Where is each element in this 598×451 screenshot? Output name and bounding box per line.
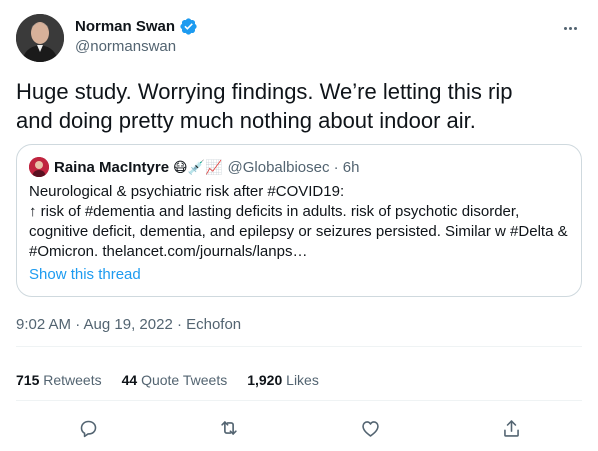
quoted-tweet-text: Neurological & psychiatric risk after #C…	[29, 182, 569, 262]
share-icon[interactable]	[497, 414, 525, 442]
quoted-author-avatar	[29, 157, 49, 177]
tweet-stats: 715 Retweets 44 Quote Tweets 1,920 Likes	[16, 371, 339, 389]
retweet-icon[interactable]	[215, 414, 243, 442]
author-handle[interactable]: @normanswan	[75, 38, 198, 58]
author-names: Norman Swan @normanswan	[75, 16, 198, 58]
divider	[16, 400, 582, 401]
retweets-stat[interactable]: 715 Retweets	[16, 372, 102, 388]
quoted-author-emojis: 😷💉📈	[173, 158, 223, 175]
retweets-count: 715	[16, 372, 40, 388]
author-display-name[interactable]: Norman Swan	[75, 18, 175, 35]
tweet-text-line: Huge study. Worrying findings. We’re let…	[16, 79, 513, 104]
quotes-label: Quote Tweets	[141, 372, 228, 388]
tweet-text-line: and doing pretty much nothing about indo…	[16, 108, 476, 133]
show-thread-link[interactable]: Show this thread	[29, 266, 141, 283]
quote-tweets-stat[interactable]: 44 Quote Tweets	[122, 372, 228, 388]
like-icon[interactable]	[356, 414, 384, 442]
divider	[16, 346, 582, 347]
quoted-tweet[interactable]: Raina MacIntyre 😷💉📈 @Globalbiosec · 6h N…	[16, 144, 582, 297]
quoted-author-handle-time: @Globalbiosec · 6h	[227, 158, 360, 176]
author-name-row: Norman Swan	[75, 16, 198, 36]
more-icon[interactable]	[558, 18, 582, 38]
tweet-actions	[16, 414, 582, 442]
quoted-tweet-header: Raina MacIntyre 😷💉📈 @Globalbiosec · 6h	[29, 157, 359, 177]
verified-badge-icon	[179, 17, 198, 36]
likes-label: Likes	[286, 372, 319, 388]
tweet-timestamp[interactable]: 9:02 AM · Aug 19, 2022 · Echofon	[16, 316, 241, 333]
quoted-text-line: #Omicron. thelancet.com/journals/lanps…	[29, 243, 308, 260]
likes-count: 1,920	[247, 372, 283, 388]
quoted-text-line: cognitive deficit, dementia, and epileps…	[29, 223, 568, 240]
quotes-count: 44	[121, 372, 138, 388]
quoted-author-name: Raina MacIntyre	[54, 158, 170, 176]
quoted-text-line: ↑ risk of #dementia and lasting deficits…	[29, 203, 520, 220]
retweets-label: Retweets	[43, 372, 102, 388]
tweet-author: Norman Swan @normanswan	[16, 12, 582, 62]
tweet-text: Huge study. Worrying findings. We’re let…	[16, 77, 582, 135]
reply-icon[interactable]	[74, 414, 102, 442]
likes-stat[interactable]: 1,920 Likes	[247, 372, 319, 388]
author-avatar[interactable]	[16, 14, 64, 62]
quoted-text-line: Neurological & psychiatric risk after #C…	[29, 183, 345, 200]
